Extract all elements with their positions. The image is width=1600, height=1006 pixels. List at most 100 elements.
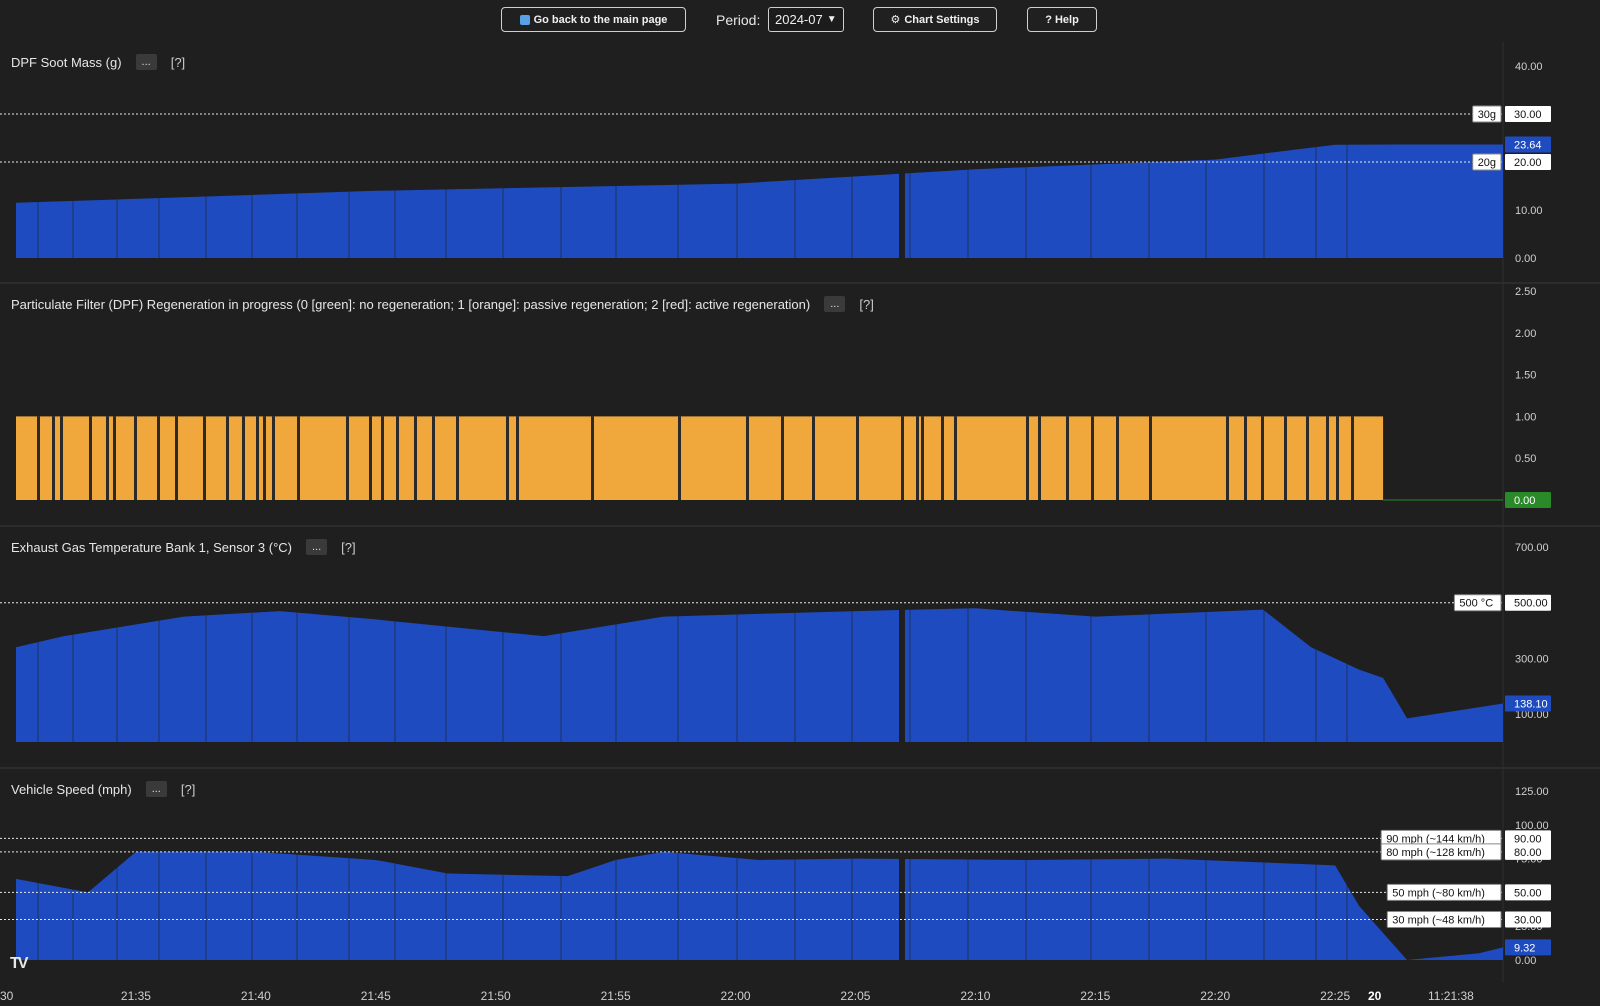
regeneration-gap <box>89 416 92 500</box>
regeneration-gap <box>134 416 137 500</box>
pane-title-text: DPF Soot Mass (g) <box>11 54 122 70</box>
threshold-label-text: 20g <box>1478 157 1496 169</box>
regeneration-gap <box>591 416 594 500</box>
y-tick-label: 2.00 <box>1515 328 1536 340</box>
regeneration-gap <box>1026 416 1029 500</box>
regeneration-gap <box>432 416 435 500</box>
series-area <box>16 851 1503 960</box>
pane-more-button[interactable]: ... <box>305 539 328 555</box>
threshold-label-text: 30g <box>1478 109 1496 121</box>
regeneration-gap <box>175 416 178 500</box>
regeneration-gap <box>106 416 109 500</box>
regeneration-gap <box>1336 416 1339 500</box>
regeneration-gap <box>678 416 681 500</box>
x-tick-label: 22:20 <box>1200 989 1230 1003</box>
regeneration-gap <box>1091 416 1094 500</box>
regeneration-gap <box>157 416 160 500</box>
regeneration-gap <box>1066 416 1069 500</box>
regeneration-gap <box>256 416 259 500</box>
pane-help-link[interactable]: [?] <box>859 297 873 312</box>
y-tick-label: 0.00 <box>1515 253 1536 265</box>
regeneration-gap <box>203 416 206 500</box>
regeneration-gap <box>381 416 384 500</box>
pane-help-link[interactable]: [?] <box>341 540 355 555</box>
series-area <box>16 144 1503 258</box>
regeneration-gap <box>516 416 519 500</box>
regeneration-gap <box>297 416 300 500</box>
regeneration-gap <box>1284 416 1287 500</box>
threshold-value-text: 90.00 <box>1514 833 1542 845</box>
regeneration-gap <box>1038 416 1041 500</box>
regeneration-area <box>16 416 1384 500</box>
regeneration-gap <box>506 416 509 500</box>
x-tick-label: 21:40 <box>241 989 271 1003</box>
x-tick-label: 20 <box>1368 989 1382 1003</box>
y-tick-label: 125.00 <box>1515 786 1549 798</box>
y-tick-label: 2.50 <box>1515 286 1536 298</box>
x-tick-label: 22:10 <box>960 989 990 1003</box>
regeneration-gap <box>113 416 116 500</box>
regeneration-gap <box>1244 416 1247 500</box>
y-tick-label: 700.00 <box>1515 542 1549 554</box>
x-tick-label: 21:45 <box>361 989 391 1003</box>
regeneration-gap <box>921 416 924 500</box>
regeneration-gap <box>396 416 399 500</box>
regeneration-gap <box>456 416 459 500</box>
regeneration-gap <box>226 416 229 500</box>
threshold-value-text: 80.00 <box>1514 847 1542 859</box>
x-tick-label: 21:55 <box>601 989 631 1003</box>
pane-title-text: Exhaust Gas Temperature Bank 1, Sensor 3… <box>11 539 292 555</box>
regeneration-gap <box>52 416 55 500</box>
threshold-value-text: 30.00 <box>1514 914 1542 926</box>
regeneration-gap <box>901 416 904 500</box>
regeneration-gap <box>1326 416 1329 500</box>
pane-title-soot: DPF Soot Mass (g) ... [?] <box>11 54 185 70</box>
regeneration-gap <box>1116 416 1119 500</box>
regeneration-gap <box>941 416 944 500</box>
y-tick-label: 1.00 <box>1515 411 1536 423</box>
regeneration-gap <box>916 416 919 500</box>
regeneration-gap <box>1306 416 1309 500</box>
x-tick-label: 21:35 <box>121 989 151 1003</box>
data-gap-block <box>899 547 905 742</box>
y-tick-label: 10.00 <box>1515 205 1543 217</box>
regeneration-gap <box>856 416 859 500</box>
y-tick-label: 1.50 <box>1515 370 1536 382</box>
regeneration-gap <box>60 416 63 500</box>
y-tick-label: 0.50 <box>1515 453 1536 465</box>
threshold-value-text: 30.00 <box>1514 109 1542 121</box>
last-value-text: 0.00 <box>1514 495 1535 507</box>
threshold-label-text: 500 °C <box>1459 598 1493 610</box>
x-tick-label: 22:05 <box>840 989 870 1003</box>
regeneration-gap <box>242 416 245 500</box>
last-value-text: 9.32 <box>1514 942 1535 954</box>
regeneration-gap <box>414 416 417 500</box>
regeneration-gap <box>263 416 266 500</box>
regeneration-gap <box>37 416 40 500</box>
regeneration-gap <box>1149 416 1152 500</box>
x-tick-label: 22:15 <box>1080 989 1110 1003</box>
tradingview-logo: TV <box>10 955 29 972</box>
regeneration-gap <box>1226 416 1229 500</box>
last-value-text: 23.64 <box>1514 140 1542 152</box>
x-tick-label: 30 <box>0 989 14 1003</box>
chart-canvas[interactable]: 0.0010.0020.0030.0040.0030g30.0020g20.00… <box>0 0 1600 1006</box>
threshold-value-text: 50.00 <box>1514 887 1542 899</box>
pane-help-link[interactable]: [?] <box>171 55 185 70</box>
x-tick-label: 22:00 <box>721 989 751 1003</box>
pane-title-regeneration: Particulate Filter (DPF) Regeneration in… <box>11 296 874 312</box>
threshold-value-text: 500.00 <box>1514 598 1548 610</box>
pane-more-button[interactable]: ... <box>145 781 167 797</box>
pane-title-text: Vehicle Speed (mph) <box>11 781 132 797</box>
y-tick-label: 300.00 <box>1515 653 1549 665</box>
regeneration-gap <box>812 416 815 500</box>
threshold-value-text: 20.00 <box>1514 157 1542 169</box>
pane-title-exhaust-temp: Exhaust Gas Temperature Bank 1, Sensor 3… <box>11 539 356 555</box>
regeneration-gap <box>369 416 372 500</box>
pane-help-link[interactable]: [?] <box>181 782 195 797</box>
y-tick-label: 0.00 <box>1515 955 1536 967</box>
pane-more-button[interactable]: ... <box>135 54 157 70</box>
last-value-text: 138.10 <box>1514 699 1548 711</box>
pane-more-button[interactable]: ... <box>824 296 846 312</box>
regeneration-gap <box>781 416 784 500</box>
